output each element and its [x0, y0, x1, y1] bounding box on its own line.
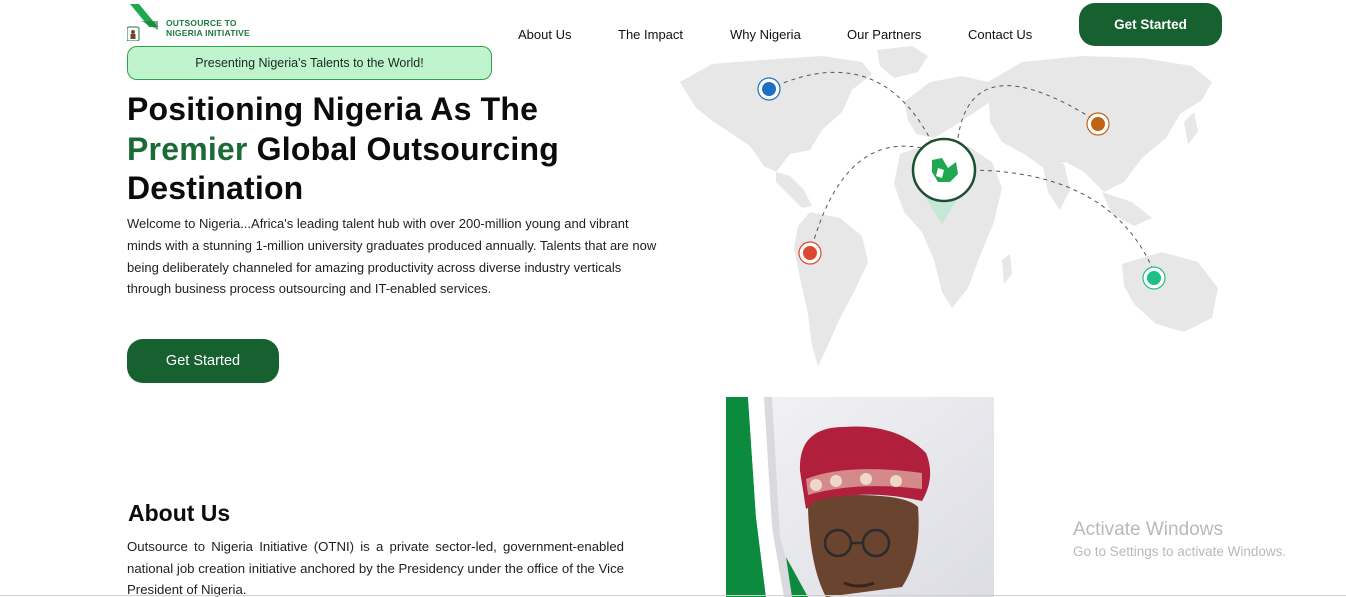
watermark-subtitle: Go to Settings to activate Windows. — [1073, 544, 1287, 559]
about-section-title: About Us — [128, 500, 231, 526]
world-map — [680, 46, 1218, 366]
header-get-started-button[interactable]: Get Started — [1079, 3, 1222, 46]
president-portrait-image — [726, 397, 994, 597]
about-section-description: Outsource to Nigeria Initiative (OTNI) i… — [127, 539, 624, 597]
nav-our-partners[interactable]: Our Partners — [847, 27, 921, 42]
president-photo — [726, 397, 994, 597]
headline-part-1: Positioning Nigeria As The — [127, 91, 539, 127]
windows-activation-watermark: Activate Windows Go to Settings to activ… — [1073, 519, 1286, 559]
logo-line-2: NIGERIA INITIATIVE — [166, 28, 250, 38]
tagline-pill: Presenting Nigeria's Talents to the Worl… — [127, 46, 492, 80]
nav-why-nigeria[interactable]: Why Nigeria — [730, 27, 801, 42]
hero-get-started-button[interactable]: Get Started — [127, 339, 279, 383]
page-bottom-divider — [0, 595, 1346, 596]
logo-line-1: OUTSOURCE TO — [166, 18, 237, 28]
marker-australia[interactable] — [1142, 266, 1166, 290]
marker-asia[interactable] — [1086, 112, 1110, 136]
nav-the-impact[interactable]: The Impact — [618, 27, 683, 42]
hero-description: Welcome to Nigeria...Africa's leading ta… — [127, 216, 657, 297]
hero-headline: Positioning Nigeria As The Premier Globa… — [127, 90, 647, 209]
marker-north-america[interactable] — [757, 77, 781, 101]
watermark-title: Activate Windows — [1073, 519, 1223, 540]
nav-contact-us[interactable]: Contact Us — [968, 27, 1032, 42]
logo-wordmark: OUTSOURCE TO NIGERIA INITIATIVE — [166, 18, 250, 38]
nav-about-us[interactable]: About Us — [518, 27, 571, 42]
marker-south-america[interactable] — [798, 241, 822, 265]
otni-logo-icon — [127, 4, 158, 41]
site-logo[interactable]: OUTSOURCE TO NIGERIA INITIATIVE — [127, 3, 267, 41]
headline-accent: Premier — [127, 130, 248, 167]
